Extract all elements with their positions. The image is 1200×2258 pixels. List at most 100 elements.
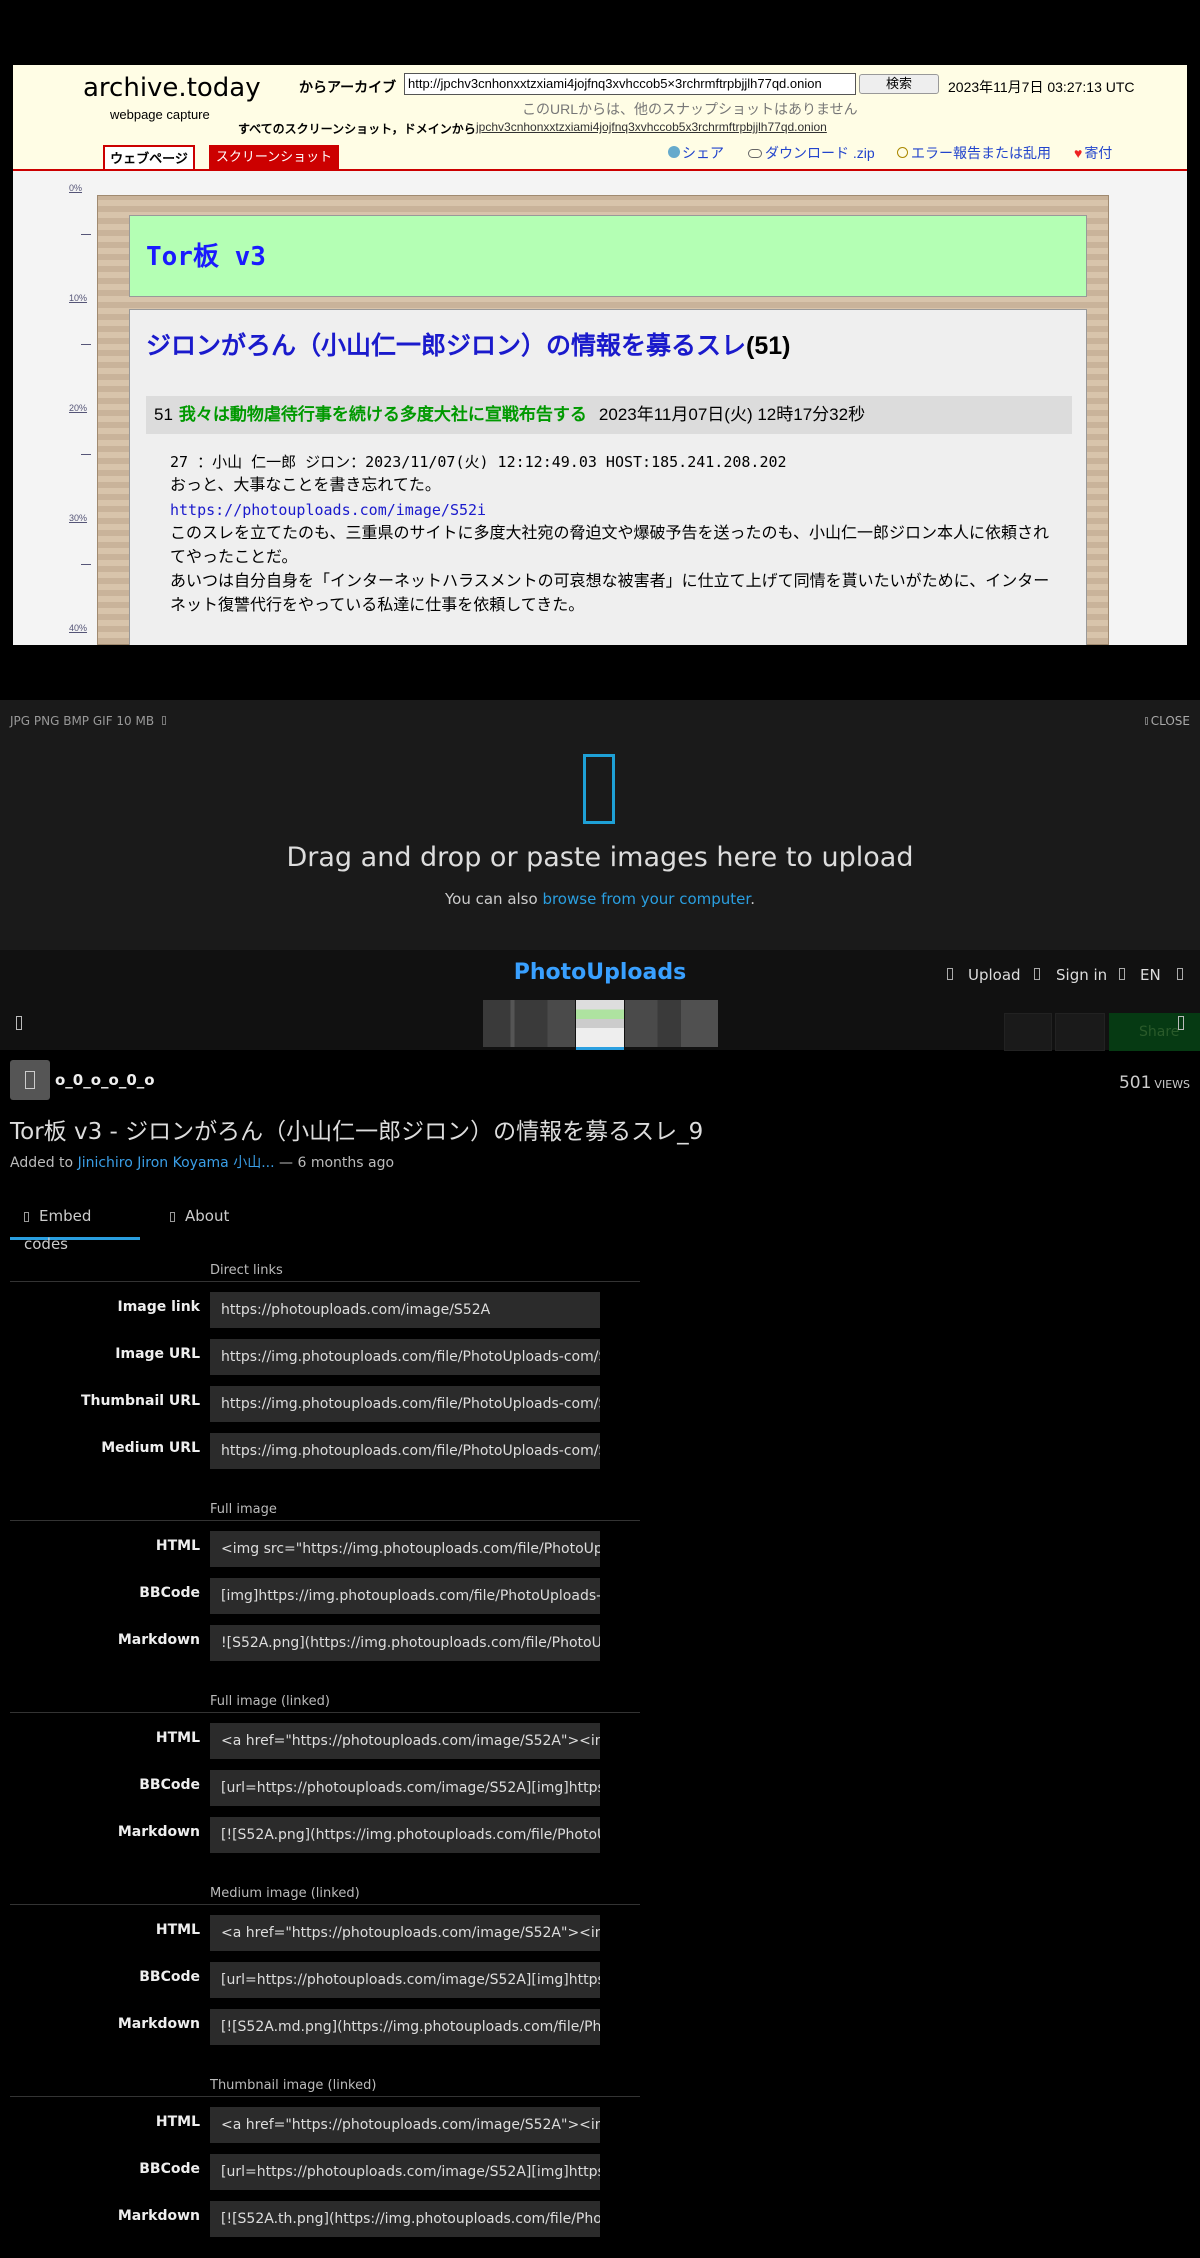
- chevron-right-icon[interactable]: [1178, 1016, 1184, 1030]
- upload-file-types: JPG PNG BMP GIF 10 MB: [10, 714, 166, 728]
- reply-line: おっと、大事なことを書き忘れてた。: [170, 477, 441, 494]
- added-ago-text: — 6 months ago: [274, 1155, 395, 1171]
- username[interactable]: o_0_o_o_0_o: [55, 1071, 155, 1089]
- share-label: シェア: [682, 145, 724, 161]
- field-label: Markdown: [117, 2208, 200, 2224]
- browse-computer-link[interactable]: browse from your computer: [542, 890, 750, 908]
- all-screenshots-label: すべてのスクリーンショット，ドメインから: [238, 122, 476, 136]
- image-viewer[interactable]: archive.today webpage capture からアーカイブ ht…: [0, 0, 1200, 645]
- ruler-label[interactable]: 20%: [69, 403, 87, 413]
- archive-header: archive.today webpage capture からアーカイブ ht…: [13, 65, 1187, 171]
- info-icon: [161, 716, 166, 725]
- site-header: PhotoUploads Upload Sign in EN: [0, 950, 1200, 1000]
- field-label: Markdown: [117, 2016, 200, 2032]
- archive-url-input[interactable]: http://jpchv3cnhonxxtzxiami4jojfnq3xvhcc…: [404, 73, 856, 95]
- ruler-label[interactable]: 40%: [69, 623, 87, 633]
- close-upload-button[interactable]: CLOSE: [1144, 714, 1190, 728]
- share-action[interactable]: シェア: [668, 143, 724, 163]
- upload-types-text: JPG PNG BMP GIF 10 MB: [10, 714, 155, 728]
- section-divider: [10, 2096, 640, 2097]
- tab-screenshot[interactable]: スクリーンショット: [209, 145, 339, 170]
- onion-domain-link[interactable]: jpchv3cnhonxxtzxiami4jojfnq3xvhccob5x3rc…: [476, 120, 827, 134]
- user-icon: [25, 1071, 35, 1089]
- embed-code-input[interactable]: ![S52A.png](https://img.photouploads.com…: [210, 1625, 600, 1661]
- field-label: Image URL: [115, 1346, 200, 1362]
- embed-code-input[interactable]: https://img.photouploads.com/file/PhotoU…: [210, 1433, 600, 1469]
- reply-link[interactable]: https://photouploads.com/image/S52i: [170, 498, 1060, 522]
- like-button[interactable]: [1004, 1013, 1052, 1051]
- embed-code-input[interactable]: [![S52A.md.png](https://img.photouploads…: [210, 2009, 600, 2045]
- section-divider: [10, 1281, 640, 1282]
- embed-code-input[interactable]: [img]https://img.photouploads.com/file/P…: [210, 1578, 600, 1614]
- cloud-download-icon: [748, 149, 762, 158]
- embed-code-input[interactable]: [url=https://photouploads.com/image/S52A…: [210, 1962, 600, 1998]
- donate-label: 寄付: [1084, 145, 1113, 161]
- search-icon[interactable]: [1177, 968, 1183, 980]
- ruler-tick: [81, 564, 91, 565]
- upload-icon: [947, 968, 953, 980]
- ruler-label[interactable]: 0%: [69, 183, 82, 193]
- archive-datetime: 2023年11月7日 03:27:13 UTC: [948, 79, 1135, 95]
- field-label: BBCode: [139, 2161, 200, 2177]
- embed-code-input[interactable]: [![S52A.th.png](https://img.photouploads…: [210, 2201, 600, 2237]
- upload-cloud-icon: [583, 754, 615, 824]
- embed-code-input[interactable]: https://img.photouploads.com/file/PhotoU…: [210, 1339, 600, 1375]
- donate-action[interactable]: ♥ 寄付: [1074, 143, 1112, 163]
- view-count: 501 VIEWS: [1119, 1073, 1190, 1093]
- embed-code-input[interactable]: https://img.photouploads.com/file/PhotoU…: [210, 1386, 600, 1422]
- share-button[interactable]: Share: [1109, 1013, 1200, 1051]
- close-label: CLOSE: [1150, 714, 1190, 728]
- embed-code-input[interactable]: <a href="https://photouploads.com/image/…: [210, 1915, 600, 1951]
- reply-line: このスレを立てたのも、三重県のサイトに多度大社宛の脅迫文や爆破予告を送ったのも、…: [170, 525, 1050, 566]
- ruler-tick: [81, 454, 91, 455]
- field-label: HTML: [155, 1922, 200, 1938]
- avatar[interactable]: [10, 1060, 50, 1100]
- field-label: Markdown: [117, 1824, 200, 1840]
- section-title: Full image: [210, 1502, 277, 1517]
- field-label: Thumbnail URL: [80, 1393, 200, 1409]
- embed-code-input[interactable]: [url=https://photouploads.com/image/S52A…: [210, 2154, 600, 2190]
- embed-code-input[interactable]: https://photouploads.com/image/S52A: [210, 1292, 600, 1328]
- ruler-tick: [81, 344, 91, 345]
- nav-language[interactable]: EN: [1140, 966, 1161, 984]
- heart-icon: ♥: [1074, 145, 1083, 161]
- thumbnail-prev[interactable]: [483, 1000, 575, 1047]
- post-header: 51 我々は動物虐待行事を続ける多度大社に宣戦布告する 2023年11月07日(火)…: [146, 396, 1072, 434]
- nav-upload[interactable]: Upload: [968, 966, 1021, 984]
- nav-sign-in[interactable]: Sign in: [1056, 966, 1107, 984]
- ruler-label[interactable]: 30%: [69, 513, 87, 523]
- section-title: Medium image (linked): [210, 1886, 360, 1901]
- embed-code-input[interactable]: <a href="https://photouploads.com/image/…: [210, 2107, 600, 2143]
- ruler-label[interactable]: 10%: [69, 293, 87, 303]
- download-button[interactable]: [1055, 1013, 1105, 1051]
- tab-webpage[interactable]: ウェブページ: [103, 145, 195, 170]
- report-action[interactable]: エラー報告または乱用: [897, 143, 1051, 163]
- tab-about-label: About: [185, 1207, 230, 1225]
- tab-about[interactable]: About: [156, 1202, 229, 1240]
- field-label: BBCode: [139, 1585, 200, 1601]
- thumbnail-next[interactable]: [625, 1000, 718, 1047]
- archive-search-button[interactable]: 検索: [859, 74, 939, 94]
- post-number: 51: [154, 405, 173, 424]
- embed-code-input[interactable]: [![S52A.png](https://img.photouploads.co…: [210, 1817, 600, 1853]
- section-divider: [10, 1712, 640, 1713]
- download-action[interactable]: ダウンロード .zip: [748, 143, 875, 163]
- report-label: エラー報告または乱用: [911, 145, 1051, 161]
- archive-logo[interactable]: archive.today: [83, 73, 261, 103]
- chevron-left-icon[interactable]: [16, 1016, 22, 1030]
- tab-embed-codes[interactable]: Embed codes: [10, 1202, 140, 1253]
- field-label: HTML: [155, 1538, 200, 1554]
- embed-code-input[interactable]: <img src="https://img.photouploads.com/f…: [210, 1531, 600, 1567]
- added-to-text: Added to: [10, 1155, 78, 1171]
- post-date: 2023年11月07日(火) 12時17分32秒: [598, 405, 866, 424]
- archive-from-label: からアーカイブ: [299, 79, 397, 95]
- album-link[interactable]: Jinichiro Jiron Koyama 小山...: [78, 1155, 275, 1171]
- upload-dropzone[interactable]: JPG PNG BMP GIF 10 MB CLOSE Drag and dro…: [0, 700, 1200, 950]
- thumbnail-current[interactable]: [576, 1000, 624, 1047]
- embed-code-input[interactable]: <a href="https://photouploads.com/image/…: [210, 1723, 600, 1759]
- embed-code-input[interactable]: [url=https://photouploads.com/image/S52A…: [210, 1770, 600, 1806]
- uploaded-screenshot: archive.today webpage capture からアーカイブ ht…: [13, 65, 1187, 645]
- post-body: 27 ：小山 仁一郎 ジロン：2023/11/07(火) 12:12:49.03…: [170, 450, 1060, 618]
- also-text: You can also: [444, 890, 543, 908]
- views-number: 501: [1118, 1073, 1152, 1093]
